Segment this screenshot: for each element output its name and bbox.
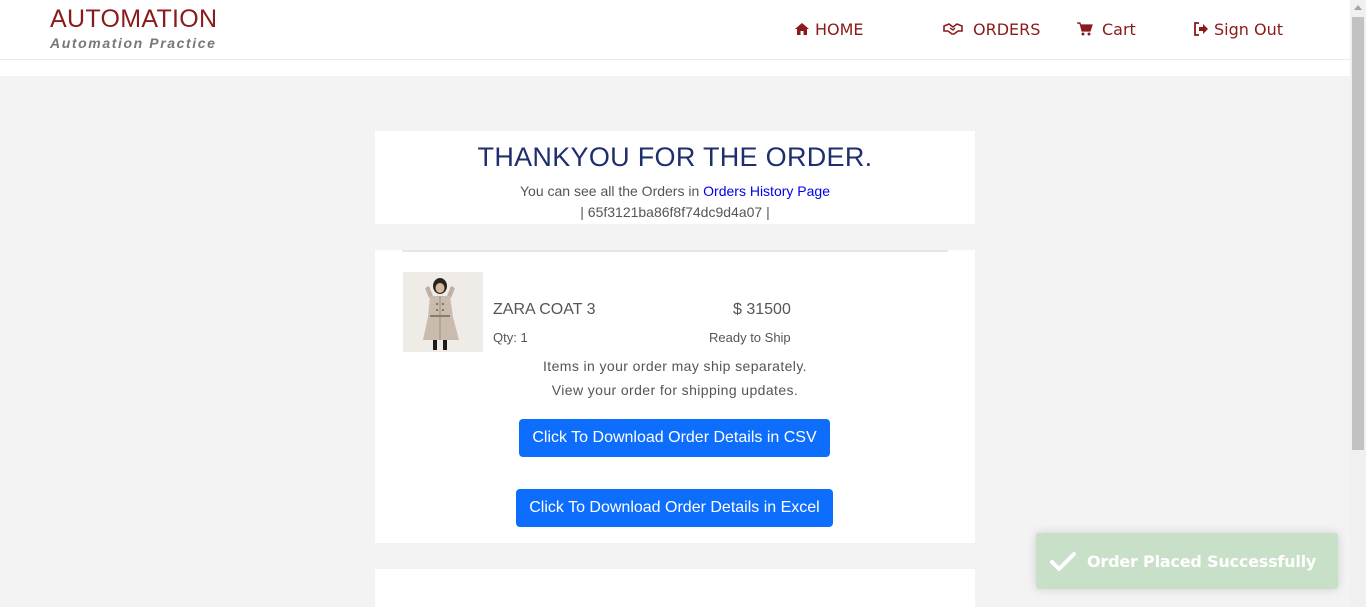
scroll-up-arrow-icon[interactable] — [1354, 5, 1362, 10]
nav-signout-label: Sign Out — [1214, 19, 1283, 39]
handshake-icon — [943, 23, 963, 35]
nav-cart-label: Cart — [1102, 19, 1136, 39]
thank-you-title: THANKYOU FOR THE ORDER. — [477, 142, 873, 172]
orders-history-link[interactable]: Orders History Page — [703, 183, 830, 199]
thank-you-card: THANKYOU FOR THE ORDER. You can see all … — [375, 131, 975, 224]
divider — [402, 250, 948, 252]
nav-home-button[interactable]: HOME — [794, 18, 864, 40]
vertical-scrollbar[interactable] — [1350, 0, 1366, 607]
coat-image-icon — [403, 272, 483, 352]
brand-subtitle: Automation Practice — [50, 35, 217, 51]
nav-home-label: HOME — [815, 19, 864, 39]
ship-note-1: Items in your order may ship separately. — [543, 358, 807, 374]
nav-cart-button[interactable]: Cart — [1077, 18, 1136, 40]
nav-signout-button[interactable]: Sign Out — [1193, 18, 1283, 40]
nav-orders-button[interactable]: ORDERS — [943, 18, 1040, 40]
download-excel-button[interactable]: Click To Download Order Details in Excel — [516, 489, 833, 527]
product-image — [403, 272, 483, 352]
top-header: AUTOMATION Automation Practice HOME ORDE… — [0, 0, 1350, 60]
ship-note-2: View your order for shipping updates. — [551, 382, 799, 398]
nav-orders-label: ORDERS — [973, 19, 1041, 39]
product-quantity: Qty: 1 — [493, 330, 528, 345]
orders-history-prefix: You can see all the Orders in — [520, 183, 704, 199]
orders-history-line: You can see all the Orders in Orders His… — [375, 183, 975, 199]
product-price: $ 31500 — [733, 301, 791, 318]
order-summary-card: ZARA COAT 3 $ 31500 Qty: 1 Ready to Ship… — [375, 250, 975, 543]
header-sub-strip — [0, 60, 1350, 76]
brand-title: AUTOMATION — [50, 5, 218, 33]
order-id: | 65f3121ba86f8f74dc9d4a07 | — [580, 204, 770, 220]
sign-out-icon — [1194, 22, 1208, 36]
brand-logo[interactable]: AUTOMATION Automation Practice — [50, 5, 217, 51]
cart-icon — [1077, 22, 1093, 36]
download-csv-button[interactable]: Click To Download Order Details in CSV — [519, 419, 830, 457]
toast-message: Order Placed Successfully — [1087, 551, 1317, 571]
order-success-toast[interactable]: Order Placed Successfully — [1036, 533, 1338, 589]
bottom-card — [375, 569, 975, 607]
home-icon — [795, 23, 809, 35]
scroll-thumb[interactable] — [1352, 17, 1364, 450]
shipping-status: Ready to Ship — [709, 330, 791, 345]
product-name: ZARA COAT 3 — [493, 301, 596, 318]
checkmark-icon — [1050, 552, 1076, 571]
